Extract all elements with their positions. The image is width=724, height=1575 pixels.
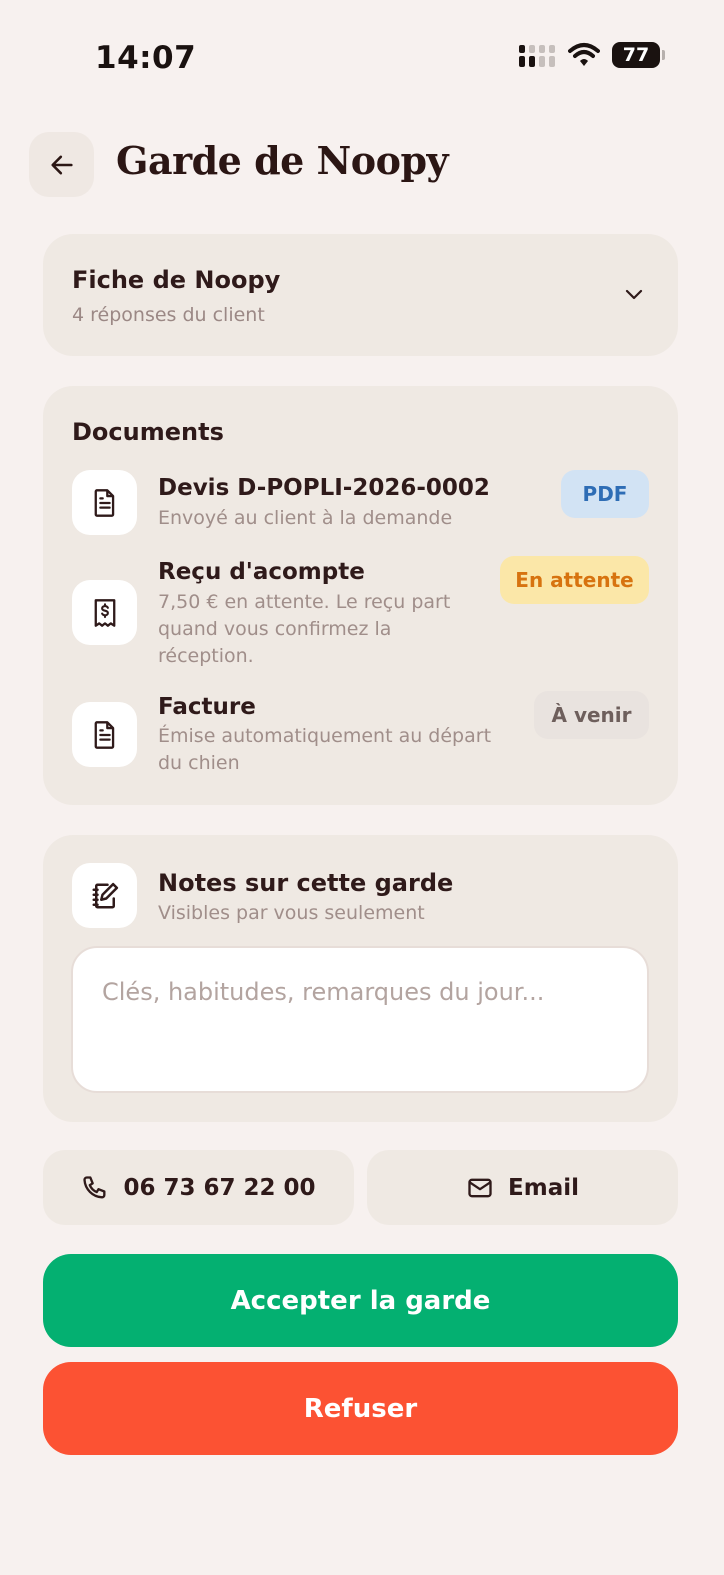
fiche-accordion[interactable]: Fiche de Noopy 4 réponses du client — [43, 234, 678, 356]
chevron-down-icon — [625, 289, 643, 300]
recu-title: Reçu d'acompte — [158, 559, 365, 585]
documents-card: Documents Devis D-POPLI-2026-0002 Envoyé… — [43, 386, 678, 805]
back-button[interactable] — [29, 132, 94, 197]
devis-subtitle: Envoyé au client à la demande — [158, 507, 453, 529]
devis-title: Devis D-POPLI-2026-0002 — [158, 475, 490, 501]
fiche-title: Fiche de Noopy — [72, 266, 281, 294]
notes-subtitle: Visibles par vous seulement — [158, 902, 425, 924]
arrow-left-icon — [50, 155, 73, 174]
fiche-subtitle: 4 réponses du client — [72, 304, 265, 326]
notebook-pen-icon — [72, 863, 137, 928]
status-badge-upcoming: À venir — [534, 691, 649, 739]
status-time: 14:07 — [95, 40, 197, 76]
status-icons: 77 — [518, 42, 665, 68]
recu-subtitle-2: quand vous confirmez la — [158, 618, 392, 640]
phone-icon — [83, 1175, 106, 1198]
document-icon — [72, 470, 137, 535]
pdf-badge-button[interactable]: PDF — [561, 470, 649, 518]
cellular-signal-icon — [519, 45, 555, 67]
accept-button[interactable]: Accepter la garde — [43, 1254, 678, 1347]
refuse-button[interactable]: Refuser — [43, 1362, 678, 1455]
phone-number: 06 73 67 22 00 — [123, 1174, 316, 1201]
notes-card: Notes sur cette garde Visibles par vous … — [43, 835, 678, 1122]
documents-title: Documents — [72, 418, 224, 446]
status-badge-pending: En attente — [500, 556, 649, 604]
receipt-icon — [72, 580, 137, 645]
facture-subtitle-2: du chien — [158, 752, 240, 774]
invoice-icon — [72, 702, 137, 767]
notes-title: Notes sur cette garde — [158, 869, 454, 897]
email-button[interactable]: Email — [367, 1150, 678, 1225]
call-button[interactable]: 06 73 67 22 00 — [43, 1150, 354, 1225]
facture-subtitle-1: Émise automatiquement au départ — [158, 725, 492, 747]
facture-title: Facture — [158, 694, 256, 720]
mail-icon — [468, 1178, 492, 1197]
recu-subtitle-1: 7,50 € en attente. Le reçu part — [158, 591, 451, 613]
recu-subtitle-3: réception. — [158, 645, 254, 667]
notes-input[interactable] — [71, 946, 649, 1093]
page-title: Garde de Noopy — [116, 138, 449, 183]
wifi-icon — [568, 43, 600, 66]
email-label: Email — [508, 1174, 579, 1201]
battery-indicator: 77 — [612, 42, 665, 68]
